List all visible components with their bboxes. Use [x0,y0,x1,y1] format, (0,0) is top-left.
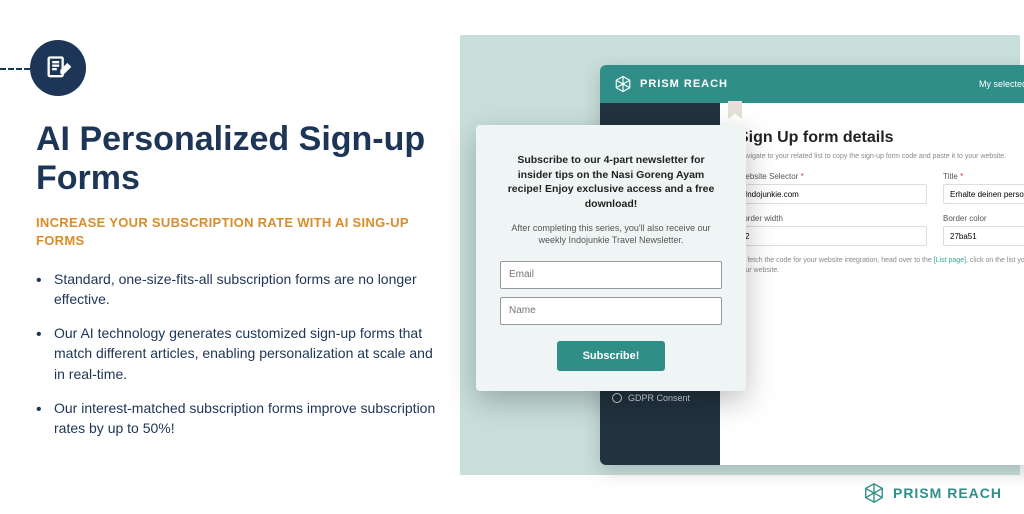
bullet-item: Our interest-matched subscription forms … [36,398,446,439]
border-color-label: Border color [943,214,1024,223]
page-subtitle: INCREASE YOUR SUBSCRIPTION RATE WITH AI … [36,214,446,250]
panel-description: Navigate to your related list to copy th… [738,153,1024,160]
footer-brand-text: PRISM REACH [893,485,1002,501]
website-select-label: My selected website [979,79,1024,89]
border-width-input[interactable] [738,226,927,246]
bullet-item: Our AI technology generates customized s… [36,323,446,384]
panel-note: To fetch the code for your website integ… [738,256,1024,276]
app-brand: PRISM REACH [614,75,728,93]
subscribe-button[interactable]: Subscribe! [557,341,666,371]
border-width-label: Border width [738,214,927,223]
feature-bullets: Standard, one-size-fits-all subscription… [36,269,446,439]
app-topbar: PRISM REACH My selected website [600,65,1024,103]
title-field-label: Title * [943,172,1024,181]
footer-brand: PRISM REACH [863,482,1002,504]
email-field[interactable] [500,261,722,289]
document-edit-icon [30,40,86,96]
decorative-dashed-connector [0,68,30,70]
website-selector-top[interactable]: My selected website [979,76,1024,92]
popup-headline: Subscribe to our 4-part newsletter for i… [500,153,722,212]
website-selector-input[interactable] [738,184,927,204]
bullet-item: Standard, one-size-fits-all subscription… [36,269,446,310]
border-color-input[interactable] [943,226,1024,246]
sidebar-item-label: GDPR Consent [628,393,690,403]
marketing-copy: AI Personalized Sign-up Forms INCREASE Y… [36,120,446,453]
popup-subline: After completing this series, you'll als… [500,222,722,247]
prism-logo-icon [863,482,885,504]
name-field[interactable] [500,297,722,325]
bookmark-icon [728,101,742,119]
page-title: AI Personalized Sign-up Forms [36,120,446,198]
website-selector-label: Website Selector * [738,172,927,181]
title-field-input[interactable] [943,184,1024,204]
signup-popup: Subscribe to our 4-part newsletter for i… [476,125,746,391]
panel-title: Sign Up form details [738,129,1024,147]
app-brand-text: PRISM REACH [640,78,728,90]
check-circle-icon [612,393,622,403]
app-mockup-background: PRISM REACH My selected website Sign Up … [460,35,1020,475]
prism-logo-icon [614,75,632,93]
signup-form-details-panel: Sign Up form details Navigate to your re… [720,103,1024,465]
list-page-link[interactable]: [List page] [934,257,966,264]
